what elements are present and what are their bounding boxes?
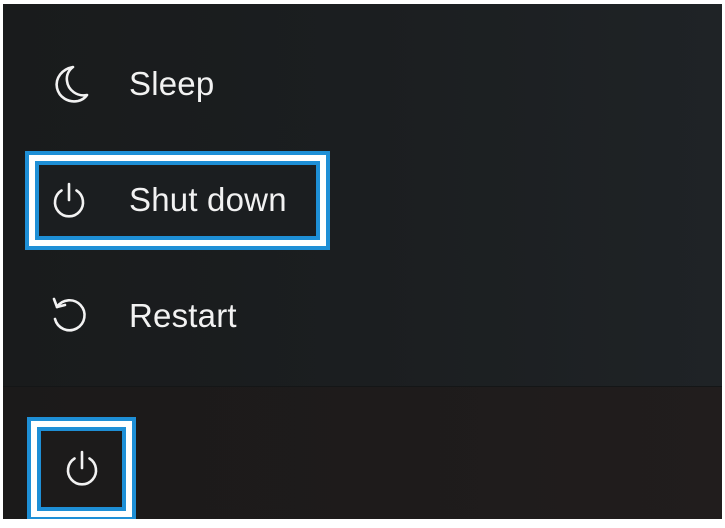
menu-item-restart[interactable]: Restart [35, 274, 335, 358]
power-icon [47, 178, 91, 222]
menu-item-shut-down[interactable]: Shut down [35, 158, 325, 242]
restart-icon [47, 294, 91, 338]
moon-icon [47, 62, 91, 106]
shut-down-label: Shut down [129, 181, 287, 218]
power-button[interactable] [41, 431, 123, 509]
sleep-label: Sleep [129, 65, 215, 102]
restart-label: Restart [129, 297, 237, 334]
start-menu-screenshot: Sleep Shut down Restart [3, 4, 722, 519]
menu-item-sleep[interactable]: Sleep [35, 42, 335, 126]
power-icon [62, 448, 102, 493]
